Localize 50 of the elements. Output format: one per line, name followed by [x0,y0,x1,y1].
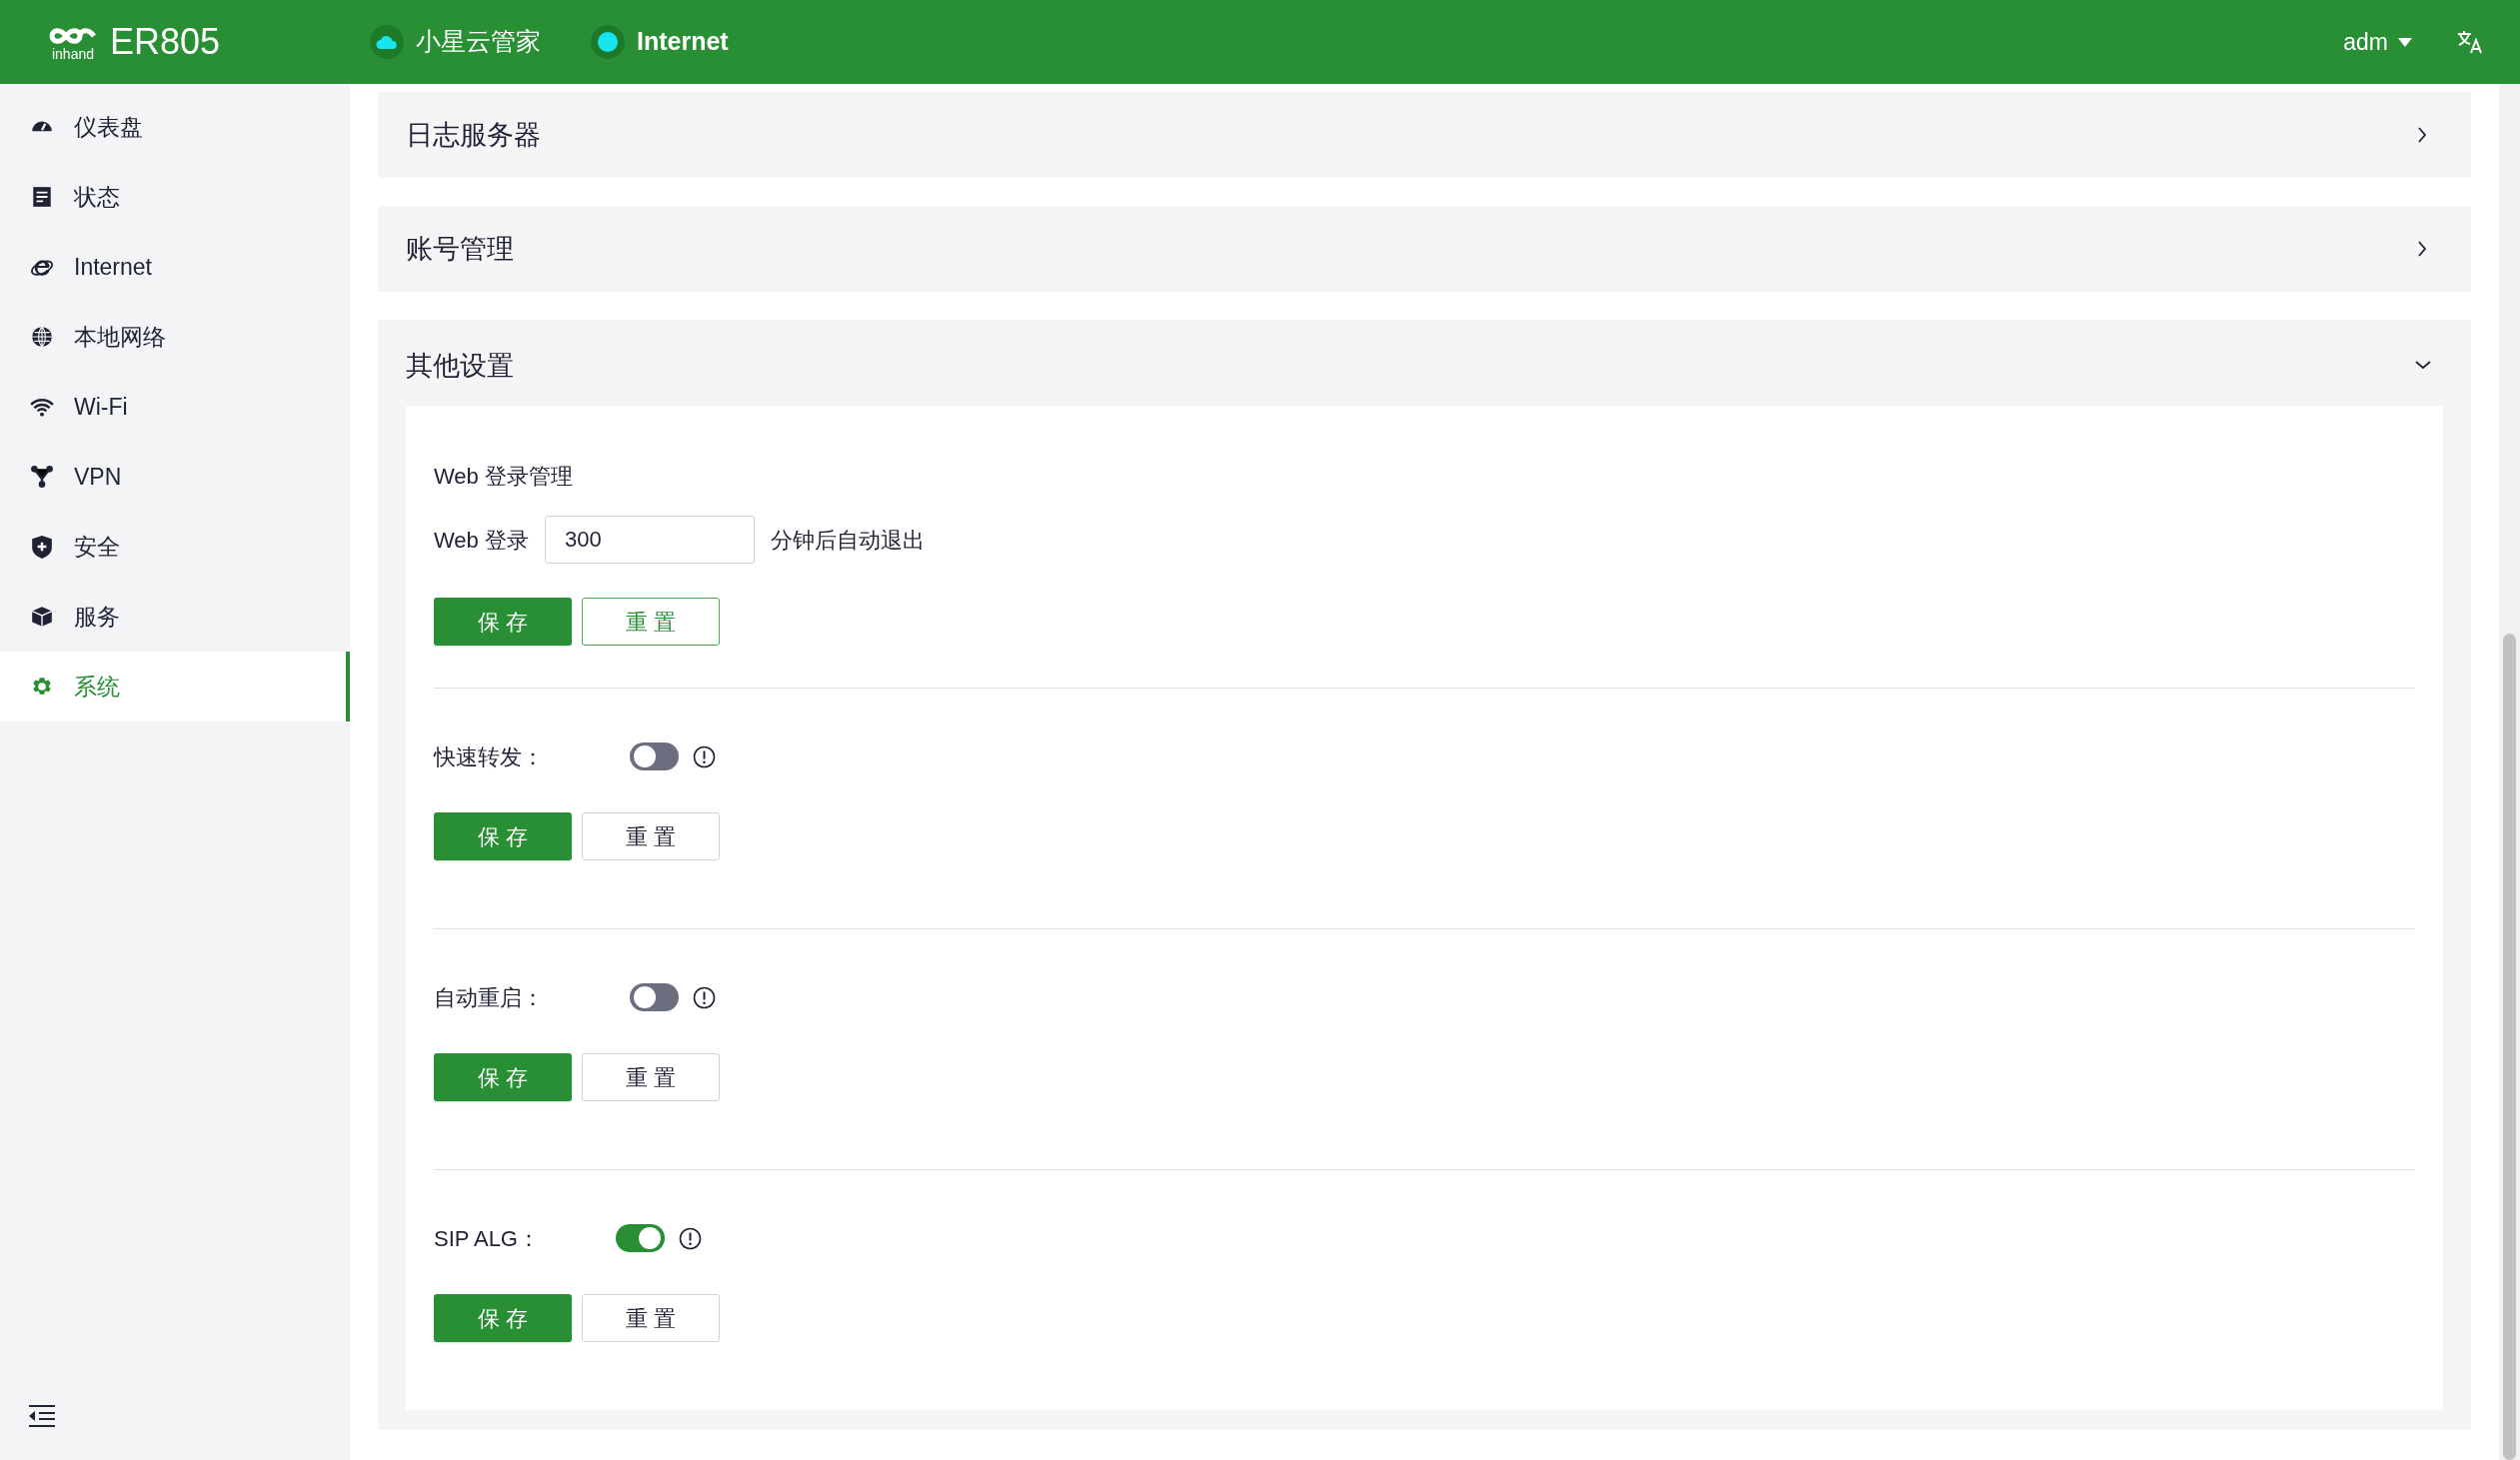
save-button[interactable]: 保 存 [434,1053,572,1101]
switch-label: 自动重启： [434,983,545,1012]
caret-icon [2398,37,2412,47]
internet-status-link[interactable]: Internet [637,23,729,61]
sidebar-item[interactable]: 服务 [0,582,350,652]
sidebar-item[interactable]: 系统 [0,652,350,722]
field-label: Web 登录 [434,526,529,555]
internet-status-icon [591,25,625,59]
sidebar-item[interactable]: VPN [0,442,350,512]
save-button[interactable]: 保 存 [434,1294,572,1342]
info-icon[interactable] [679,1226,702,1250]
shield-icon [30,535,54,559]
switch-label: SIP ALG： [434,1224,541,1253]
info-icon[interactable] [693,985,716,1009]
save-button[interactable]: 保 存 [434,598,572,646]
field-suffix: 分钟后自动退出 [770,526,925,555]
info-icon[interactable] [693,744,716,768]
reset-button[interactable]: 重 置 [582,812,720,860]
cloud-status-icon [370,25,404,59]
toggle-switch[interactable] [630,983,679,1011]
section-heading: Web 登录管理 [434,462,574,491]
sidebar-item[interactable]: Wi-Fi [0,372,350,442]
user-name: adm [2343,27,2388,57]
toggle-switch[interactable] [616,1224,665,1252]
sidebar-item[interactable]: 状态 [0,162,350,232]
switch-label: 快速转发： [434,742,545,771]
reset-button[interactable]: 重 置 [582,598,720,646]
cube-icon [30,605,54,629]
globe-icon [30,325,54,349]
toggle-switch[interactable] [630,742,679,770]
sidebar-item[interactable]: 仪表盘 [0,92,350,162]
save-button[interactable]: 保 存 [434,812,572,860]
logo-wordmark: inhand [51,47,94,61]
sidebar-item[interactable]: 安全 [0,512,350,582]
reset-button[interactable]: 重 置 [582,1053,720,1101]
timeout-input[interactable]: 300 [544,516,755,564]
user-menu[interactable]: adm [2343,24,2412,60]
scrollbar[interactable] [2499,84,2520,1460]
document-icon [30,185,54,209]
collapse-menu-icon[interactable] [29,1405,55,1427]
panel-header[interactable]: 日志服务器 [378,92,2471,178]
product-name: ER805 [110,20,221,64]
sidebar-item[interactable]: 本地网络 [0,302,350,372]
reset-button[interactable]: 重 置 [582,1294,720,1342]
panel-header[interactable]: 其他设置 [378,320,2471,406]
cloud-manager-link[interactable]: 小星云管家 [416,23,541,61]
nodes-icon [30,465,54,489]
panel-header[interactable]: 账号管理 [378,206,2471,292]
translate-icon[interactable] [2456,29,2482,55]
sidebar-item[interactable]: Internet [0,232,350,302]
